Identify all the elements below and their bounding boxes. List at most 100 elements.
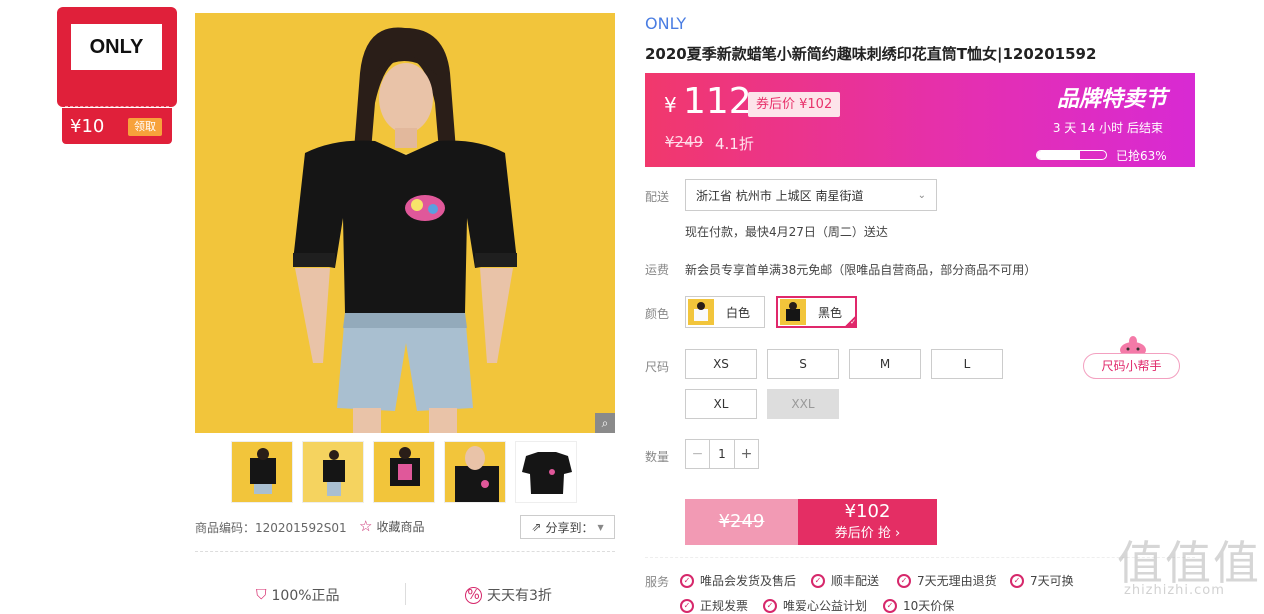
sold-progress-fill bbox=[1037, 151, 1081, 159]
service-item: ✓ 唯品会发货及售后 bbox=[680, 572, 796, 589]
service-label: 7天无理由退货 bbox=[917, 574, 997, 588]
check-circle-icon: ✓ bbox=[680, 573, 694, 588]
festival-title: 品牌特卖节 bbox=[1056, 87, 1167, 112]
selected-check-icon: ✓ bbox=[843, 314, 857, 328]
divider bbox=[645, 557, 1195, 558]
main-product-image[interactable]: ⌕ bbox=[195, 13, 615, 433]
size-option-s[interactable]: S bbox=[767, 349, 839, 379]
size-option-xl[interactable]: XL bbox=[685, 389, 757, 419]
check-circle-icon: ✓ bbox=[680, 598, 694, 613]
size-label: 尺码 bbox=[645, 360, 670, 374]
share-label: 分享到： bbox=[545, 520, 594, 535]
guarantee-label: 100%正品 bbox=[271, 588, 340, 604]
brand-link[interactable]: ONLY bbox=[645, 14, 686, 33]
zoom-icon[interactable]: ⌕ bbox=[595, 413, 615, 433]
buy-sub-label: 券后价 抢 › bbox=[834, 526, 901, 541]
check-circle-icon: ✓ bbox=[883, 598, 897, 613]
address-select[interactable]: 浙江省 杭州市 上城区 南星街道 ⌄ bbox=[685, 179, 937, 211]
divider bbox=[405, 583, 406, 605]
sku-code: 商品编码：120201592S01 bbox=[195, 521, 347, 535]
chevron-down-icon: ⌄ bbox=[917, 189, 926, 201]
after-coupon-price: 券后价 ¥102 bbox=[748, 92, 841, 117]
price-panel: ¥ 112 券后价 ¥102 ¥249 4.1折 品牌特卖节 3 天 14 小时… bbox=[645, 73, 1195, 167]
size-option-xs[interactable]: XS bbox=[685, 349, 757, 379]
delivery-eta: 现在付款，最快4月27日（周二）送达 bbox=[685, 225, 888, 239]
sold-progress-bar bbox=[1036, 150, 1107, 160]
color-swatch bbox=[780, 299, 806, 325]
service-label: 顺丰配送 bbox=[831, 574, 880, 588]
quantity-stepper: − 1 + bbox=[685, 439, 759, 469]
color-option-white[interactable]: 白色 bbox=[685, 296, 765, 328]
model-illustration bbox=[195, 13, 615, 433]
badge-divider bbox=[65, 106, 169, 107]
color-swatch bbox=[688, 299, 714, 325]
shipping-label: 运费 bbox=[645, 263, 670, 277]
favorite-button[interactable]: ☆ 收藏商品 bbox=[359, 517, 424, 535]
size-option-l[interactable]: L bbox=[931, 349, 1003, 379]
color-option-black[interactable]: 黑色 ✓ bbox=[776, 296, 857, 328]
service-item: ✓ 顺丰配送 bbox=[811, 572, 879, 589]
thumbnail-4[interactable] bbox=[444, 441, 506, 503]
service-item: ✓ 唯爱心公益计划 bbox=[763, 597, 867, 614]
thumbnail-1[interactable] bbox=[231, 441, 293, 503]
guarantee-discount: % 天天有3折 bbox=[465, 585, 552, 605]
coupon-card: ¥10 领取 bbox=[62, 108, 172, 144]
decrease-button[interactable]: − bbox=[686, 440, 710, 468]
brand-logo: ONLY bbox=[71, 24, 162, 70]
size-option-m[interactable]: M bbox=[849, 349, 921, 379]
service-item: ✓ 10天价保 bbox=[883, 597, 954, 614]
services-label: 服务 bbox=[645, 575, 670, 589]
original-price: ¥249 bbox=[665, 133, 704, 151]
claim-coupon-button[interactable]: 领取 bbox=[128, 118, 162, 136]
share-button[interactable]: ⇗ 分享到： ▼ bbox=[520, 515, 615, 539]
shipping-text: 新会员专享首单满38元免邮（限唯品自营商品，部分商品不可用） bbox=[685, 263, 1037, 277]
chevron-down-icon: ▼ bbox=[597, 522, 604, 532]
share-icon: ⇗ bbox=[531, 520, 542, 534]
favorite-label: 收藏商品 bbox=[376, 519, 425, 534]
service-item: ✓ 7天可换 bbox=[1010, 572, 1074, 589]
brand-badge[interactable]: ONLY bbox=[57, 7, 177, 107]
quantity-value[interactable]: 1 bbox=[710, 440, 734, 468]
check-circle-icon: ✓ bbox=[811, 573, 825, 588]
service-label: 10天价保 bbox=[903, 599, 955, 613]
buy-price: ¥102 bbox=[844, 501, 891, 522]
star-icon: ☆ bbox=[359, 517, 373, 535]
guarantee-authentic: ⛉ 100%正品 bbox=[256, 585, 340, 605]
check-circle-icon: ✓ bbox=[763, 598, 777, 613]
product-title: 2020夏季新款蜡笔小新简约趣味刺绣印花直筒T恤女|120201592 bbox=[645, 45, 1097, 63]
percent-badge-icon: % bbox=[465, 586, 482, 604]
service-item: ✓ 7天无理由退货 bbox=[897, 572, 997, 589]
guarantee-label: 天天有3折 bbox=[487, 588, 552, 604]
original-price-button[interactable]: ¥249 bbox=[685, 499, 798, 545]
thumbnail-5[interactable] bbox=[515, 441, 577, 503]
address-value: 浙江省 杭州市 上城区 南星街道 bbox=[696, 188, 864, 203]
color-name: 黑色 bbox=[818, 305, 843, 320]
currency-symbol: ¥ bbox=[664, 93, 677, 117]
thumbnail-2[interactable] bbox=[302, 441, 364, 503]
coupon-amount: ¥10 bbox=[70, 116, 105, 137]
quantity-label: 数量 bbox=[645, 450, 670, 464]
increase-button[interactable]: + bbox=[734, 440, 758, 468]
service-label: 正规发票 bbox=[700, 599, 749, 613]
color-label: 颜色 bbox=[645, 307, 670, 321]
buy-now-button[interactable]: ¥102 券后价 抢 › bbox=[798, 499, 937, 545]
shield-check-icon: ⛉ bbox=[256, 587, 267, 603]
watermark-url: zhizhizhi.com bbox=[1124, 583, 1225, 598]
current-price: 112 bbox=[683, 81, 752, 122]
size-helper-button[interactable]: 尺码小帮手 bbox=[1083, 353, 1180, 379]
size-option-xxl: XXL bbox=[767, 389, 839, 419]
delivery-label: 配送 bbox=[645, 190, 670, 204]
countdown: 3 天 14 小时 后结束 bbox=[1052, 121, 1163, 135]
sold-label: 已抢63% bbox=[1116, 149, 1167, 163]
service-label: 唯品会发货及售后 bbox=[700, 574, 797, 588]
check-circle-icon: ✓ bbox=[1010, 573, 1024, 588]
thumbnail-3[interactable] bbox=[373, 441, 435, 503]
divider bbox=[195, 551, 615, 552]
service-label: 7天可换 bbox=[1030, 574, 1074, 588]
embroidery-patch bbox=[405, 195, 445, 221]
service-item: ✓ 正规发票 bbox=[680, 597, 748, 614]
service-label: 唯爱心公益计划 bbox=[783, 599, 868, 613]
color-name: 白色 bbox=[726, 305, 751, 320]
discount-rate: 4.1折 bbox=[715, 135, 754, 153]
check-circle-icon: ✓ bbox=[897, 573, 911, 588]
